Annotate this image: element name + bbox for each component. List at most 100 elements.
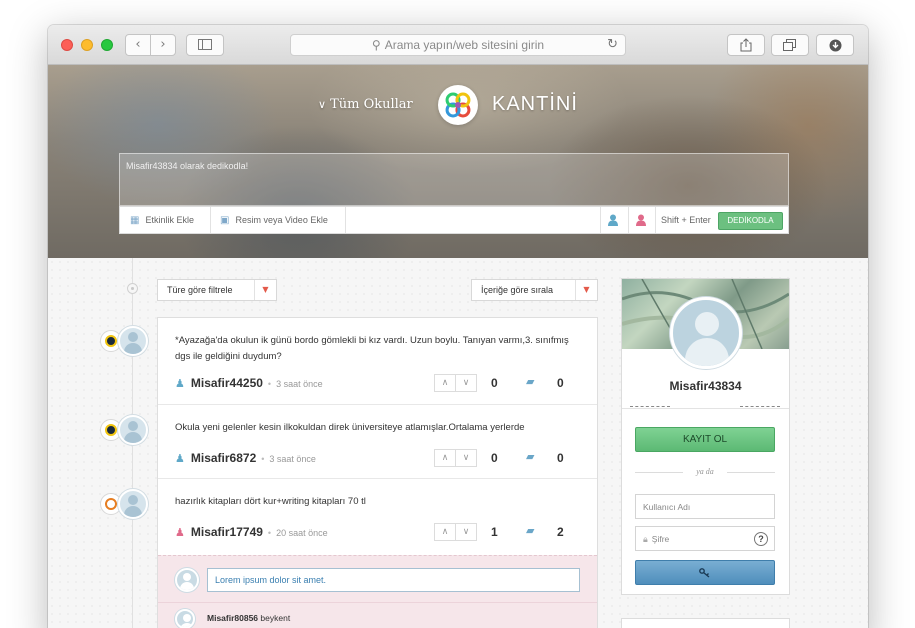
post-score: 0 xyxy=(491,451,498,465)
post-text: hazırlık kitapları dört kur+writing kita… xyxy=(175,496,366,507)
post-avatar-group xyxy=(100,489,148,519)
add-event-label: Etkinlik Ekle xyxy=(145,215,194,225)
main-content: Türe göre filtrele ▼ İçeriğe göre sırala… xyxy=(48,258,868,628)
password-field[interactable]: 🔒︎ Şifre ? xyxy=(635,526,775,551)
post-score: 1 xyxy=(491,525,498,539)
comment-count: 0 xyxy=(557,451,564,465)
comment-input[interactable]: Lorem ipsum dolor sit amet. xyxy=(207,568,580,592)
male-user-toggle[interactable] xyxy=(608,207,618,233)
username-field[interactable]: Kullanıcı Adı xyxy=(635,494,775,519)
downvote-button[interactable]: ∨ xyxy=(455,449,477,467)
address-placeholder: Arama yapın/web sitesini girin xyxy=(384,38,545,52)
toolbar-divider xyxy=(655,207,656,233)
avatar xyxy=(175,609,195,628)
composer-input[interactable]: Misafir43834 olarak dedikodla! xyxy=(119,153,789,206)
post-username[interactable]: Misafir17749 xyxy=(191,525,263,539)
help-icon[interactable]: ? xyxy=(754,532,768,546)
sort-label: İçeriğe göre sırala xyxy=(481,285,554,295)
post-score: 0 xyxy=(491,376,498,390)
post-text: Okula yeni gelenler kesin ilkokuldan dir… xyxy=(175,422,525,433)
minimize-window-button[interactable] xyxy=(81,39,93,51)
caret-down-icon: ▼ xyxy=(575,280,597,300)
post-time: 20 saat önce xyxy=(276,528,328,538)
type-filter-label: Türe göre filtrele xyxy=(167,285,233,295)
comment-count: 0 xyxy=(557,376,564,390)
back-arrow-icon[interactable]: ‹ xyxy=(125,34,151,56)
male-user-icon xyxy=(608,214,618,226)
download-icon[interactable] xyxy=(816,34,854,56)
upvote-button[interactable]: ∧ xyxy=(434,374,456,392)
logo-icon[interactable] xyxy=(438,85,478,125)
post-time: 3 saat önce xyxy=(269,454,316,464)
comment-username[interactable]: Misafir80856 xyxy=(207,613,258,623)
forward-arrow-icon[interactable]: › xyxy=(150,34,176,56)
post-composer: Misafir43834 olarak dedikodla! ▦ Etkinlik… xyxy=(119,153,789,234)
brand-name: KANTİNİ xyxy=(492,93,578,115)
or-separator: ya da xyxy=(635,467,775,477)
sidebar-icon[interactable] xyxy=(186,34,224,56)
timeline-start-dot xyxy=(127,283,138,294)
add-event-button[interactable]: ▦ Etkinlik Ekle xyxy=(130,207,194,233)
comment-icon[interactable]: ▰ xyxy=(526,524,534,537)
upvote-button[interactable]: ∧ xyxy=(434,523,456,541)
comment-text: beykent xyxy=(260,613,291,623)
profile-username: Misafir43834 xyxy=(669,379,742,393)
downvote-button[interactable]: ∨ xyxy=(455,523,477,541)
logo-center xyxy=(455,102,461,108)
add-media-button[interactable]: ▣ Resim veya Video Ekle xyxy=(220,207,328,233)
zoom-window-button[interactable] xyxy=(101,39,113,51)
post-username[interactable]: Misafir44250 xyxy=(191,376,263,390)
address-bar[interactable]: ⚲ Arama yapın/web sitesini girin ↻ xyxy=(290,34,626,56)
signup-button[interactable]: KAYIT OL xyxy=(635,427,775,452)
logo-graphic xyxy=(445,92,471,118)
chevron-down-icon: ∨ xyxy=(318,98,327,111)
comment-icon[interactable]: ▰ xyxy=(526,375,534,388)
downvote-button[interactable]: ∨ xyxy=(455,374,477,392)
post-item: Okula yeni gelenler kesin ilkokuldan dir… xyxy=(158,405,597,479)
post-username[interactable]: Misafir6872 xyxy=(191,451,256,465)
post-avatar-group xyxy=(100,326,148,356)
avatar[interactable] xyxy=(118,415,148,445)
female-user-icon: ♟ xyxy=(175,526,185,539)
post-item: hazırlık kitapları dört kur+writing kita… xyxy=(158,479,597,555)
login-button[interactable] xyxy=(635,560,775,585)
comment-icon[interactable]: ▰ xyxy=(526,450,534,463)
post-meta: ♟ Misafir17749 • 20 saat önce xyxy=(175,525,328,539)
hero-banner: ∨ Tüm Okullar KANTİNİ Misafir43834 olarak… xyxy=(48,65,868,258)
school-emblem xyxy=(105,498,117,510)
browser-window: ‹ › ⚲ Arama yapın/web sitesini girin ↻ ∨ T… xyxy=(48,25,868,628)
comment-count: 2 xyxy=(557,525,564,539)
avatar[interactable] xyxy=(118,326,148,356)
post-feed: *Ayazağa'da okulun ik günü bordo gömlekl… xyxy=(157,317,598,628)
tabs-icon[interactable] xyxy=(771,34,809,56)
share-icon[interactable] xyxy=(727,34,765,56)
female-user-toggle[interactable] xyxy=(636,207,646,233)
secondary-card xyxy=(621,618,790,628)
comment-item: Misafir80856 beykent xyxy=(207,613,290,623)
lock-icon: 🔒︎ xyxy=(643,535,648,545)
profile-divider xyxy=(622,406,789,410)
reload-icon[interactable]: ↻ xyxy=(607,35,618,55)
post-time: 3 saat önce xyxy=(276,379,323,389)
add-media-label: Resim veya Video Ekle xyxy=(235,215,328,225)
submit-post-button[interactable]: DEDİKODLA xyxy=(718,212,783,230)
toolbar-divider xyxy=(628,207,629,233)
toolbar-divider xyxy=(210,207,211,233)
upvote-button[interactable]: ∧ xyxy=(434,449,456,467)
post-meta: ♟ Misafir6872 • 3 saat önce xyxy=(175,451,316,465)
post-item: *Ayazağa'da okulun ik günü bordo gömlekl… xyxy=(158,318,597,405)
sort-dropdown[interactable]: İçeriğe göre sırala ▼ xyxy=(471,279,598,301)
type-filter-dropdown[interactable]: Türe göre filtrele ▼ xyxy=(157,279,277,301)
shortcut-hint: Shift + Enter xyxy=(661,215,711,225)
divider-knob xyxy=(630,406,670,410)
school-selector[interactable]: ∨ Tüm Okullar xyxy=(318,97,413,112)
composer-toolbar: ▦ Etkinlik Ekle ▣ Resim veya Video Ekle Sh… xyxy=(119,206,789,234)
comment-section: Lorem ipsum dolor sit amet. Misafir80856… xyxy=(158,555,597,628)
comment-divider xyxy=(158,602,597,603)
close-window-button[interactable] xyxy=(61,39,73,51)
search-icon: ⚲ xyxy=(371,38,381,52)
avatar[interactable] xyxy=(670,297,742,369)
username-placeholder: Kullanıcı Adı xyxy=(643,502,691,512)
avatar[interactable] xyxy=(118,489,148,519)
avatar xyxy=(175,568,199,592)
